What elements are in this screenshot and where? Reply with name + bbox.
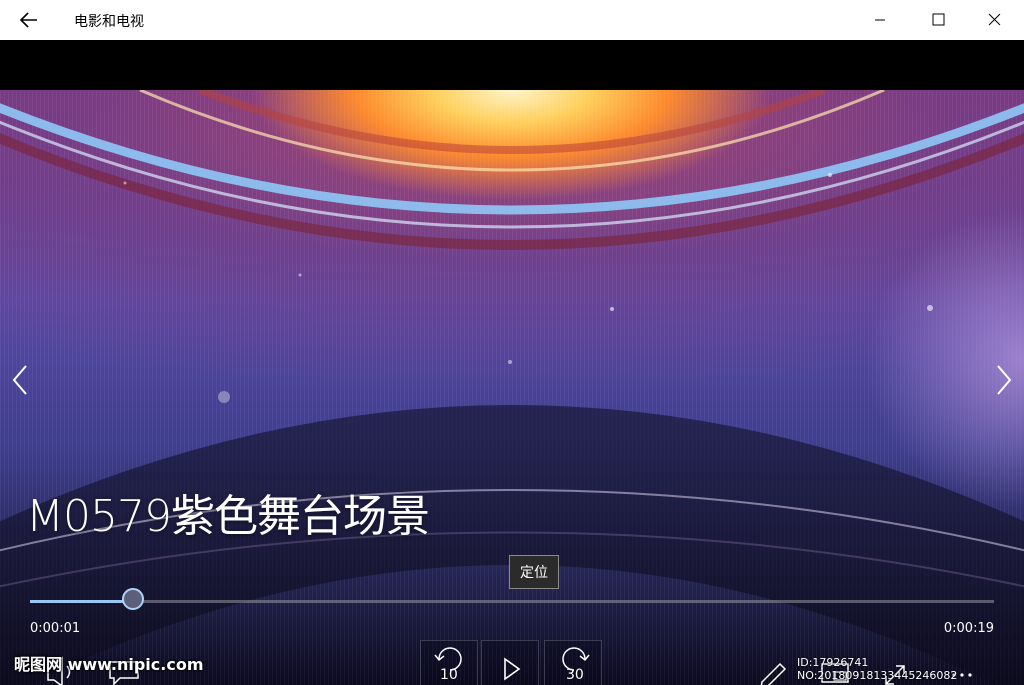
close-button[interactable] — [972, 4, 1018, 36]
skip-back-label: 10 — [440, 667, 458, 683]
seek-progress — [30, 600, 133, 603]
edit-icon[interactable] — [758, 656, 798, 685]
previous-arrow-icon[interactable] — [6, 360, 34, 400]
letterbox-bar — [0, 40, 1024, 90]
stage-arcs — [0, 90, 1024, 685]
play-button[interactable] — [481, 640, 539, 685]
skip-forward-label: 30 — [566, 667, 584, 683]
back-arrow-icon[interactable] — [14, 8, 46, 32]
skip-forward-button[interactable]: 30 — [544, 640, 602, 685]
skip-back-button[interactable]: 10 — [420, 640, 478, 685]
seek-bar[interactable] — [30, 588, 994, 610]
watermark-left: 昵图网 www.nipic.com — [14, 655, 204, 674]
title-bar: 电影和电视 — [0, 0, 1024, 40]
app-title: 电影和电视 — [74, 14, 144, 30]
minimize-button[interactable] — [857, 4, 903, 36]
maximize-icon — [932, 13, 945, 26]
video-frame[interactable]: M0579紫色舞台场景 定位 0:00:01 0:00:19 10 30 昵图网… — [0, 90, 1024, 685]
seek-thumb[interactable] — [122, 588, 144, 610]
next-arrow-icon[interactable] — [990, 360, 1018, 400]
maximize-button[interactable] — [915, 4, 961, 36]
watermark-right: ID:17926741 NO:20180918133445246082 — [797, 656, 958, 682]
close-icon — [988, 13, 1001, 26]
minimize-icon — [875, 19, 885, 21]
play-icon — [504, 657, 521, 681]
video-title: M0579紫色舞台场景 — [26, 491, 430, 542]
seek-tooltip: 定位 — [509, 555, 559, 589]
total-time: 0:00:19 — [943, 621, 994, 636]
current-time: 0:00:01 — [30, 621, 81, 636]
